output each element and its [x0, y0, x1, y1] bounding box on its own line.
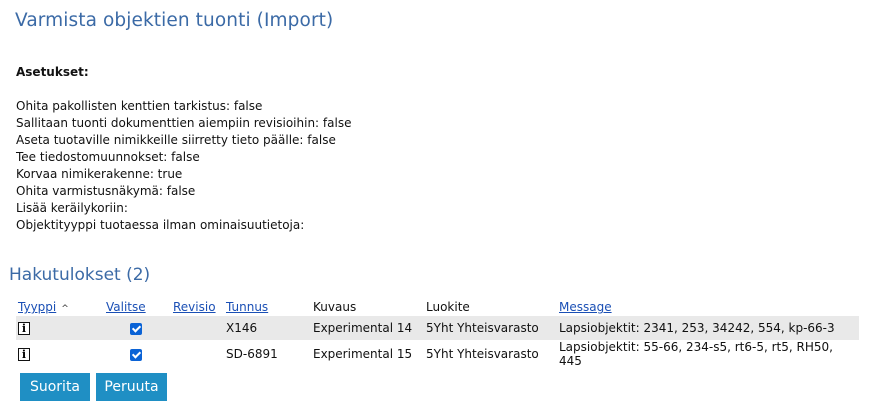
setting-item: Ohita varmistusnäkymä: false: [16, 184, 196, 198]
column-header-message[interactable]: Message: [557, 298, 859, 316]
select-cell[interactable]: [104, 340, 171, 368]
type-cell[interactable]: i: [16, 316, 104, 340]
message-cell: Lapsiobjektit: 2341, 253, 34242, 554, kp…: [557, 316, 859, 340]
id-cell: SD-6891: [226, 347, 278, 361]
select-checkbox[interactable]: [130, 322, 142, 335]
message-cell: Lapsiobjektit: 55-66, 234-s5, rt6-5, rt5…: [559, 340, 833, 368]
table-header-row: Tyyppi ^ Valitse Revisio Tunnus Kuvaus Lu…: [16, 298, 859, 316]
type-cell[interactable]: i: [16, 340, 104, 368]
column-header-revision[interactable]: Revisio: [171, 298, 224, 316]
results-heading: Hakutulokset (2): [9, 265, 151, 285]
column-header-classification: Luokite: [426, 300, 470, 314]
sort-link-select[interactable]: Valitse: [106, 300, 146, 314]
results-table: Tyyppi ^ Valitse Revisio Tunnus Kuvaus Lu…: [16, 298, 859, 368]
setting-item: Objektityyppi tuotaessa ilman ominaisuut…: [16, 218, 305, 232]
column-header-select[interactable]: Valitse: [104, 298, 171, 316]
select-checkbox[interactable]: [130, 348, 142, 361]
description-cell: Experimental 15: [313, 347, 413, 361]
settings-list: Ohita pakollisten kenttien tarkistus: fa…: [16, 98, 351, 234]
table-row: i SD-6891 Experimental 15 5Yht Yhteisvar…: [16, 340, 859, 368]
revision-cell: [171, 316, 224, 340]
classification-cell: 5Yht Yhteisvarasto: [424, 316, 557, 340]
sort-link-type[interactable]: Tyyppi: [18, 300, 56, 314]
setting-item: Korvaa nimikerakenne: true: [16, 167, 183, 181]
setting-item: Ohita pakollisten kenttien tarkistus: fa…: [16, 99, 263, 113]
sort-link-id[interactable]: Tunnus: [226, 300, 268, 314]
setting-item: Lisää keräilykoriin:: [16, 201, 128, 215]
id-cell: X146: [224, 316, 311, 340]
description-cell: Experimental 14: [311, 316, 424, 340]
table-row: i X146 Experimental 14 5Yht Yhteisvarast…: [16, 316, 859, 340]
info-icon[interactable]: i: [18, 348, 30, 361]
column-header-description: Kuvaus: [313, 300, 357, 314]
execute-button[interactable]: Suorita: [20, 373, 90, 401]
settings-heading: Asetukset:: [16, 65, 89, 79]
sort-link-message[interactable]: Message: [559, 300, 612, 314]
sort-ascending-icon[interactable]: ^: [61, 304, 69, 314]
info-icon[interactable]: i: [18, 322, 30, 335]
setting-item: Sallitaan tuonti dokumenttien aiempiin r…: [16, 116, 352, 130]
page-title: Varmista objektien tuonti (Import): [15, 10, 334, 31]
setting-item: Aseta tuotaville nimikkeille siirretty t…: [16, 133, 336, 147]
select-cell[interactable]: [104, 316, 171, 340]
revision-cell: [171, 340, 224, 368]
column-header-type[interactable]: Tyyppi ^: [16, 298, 104, 316]
sort-link-revision[interactable]: Revisio: [173, 300, 216, 314]
setting-item: Tee tiedostomuunnokset: false: [16, 150, 200, 164]
column-header-id[interactable]: Tunnus: [224, 298, 311, 316]
cancel-button[interactable]: Peruuta: [96, 373, 167, 401]
classification-cell: 5Yht Yhteisvarasto: [426, 347, 539, 361]
